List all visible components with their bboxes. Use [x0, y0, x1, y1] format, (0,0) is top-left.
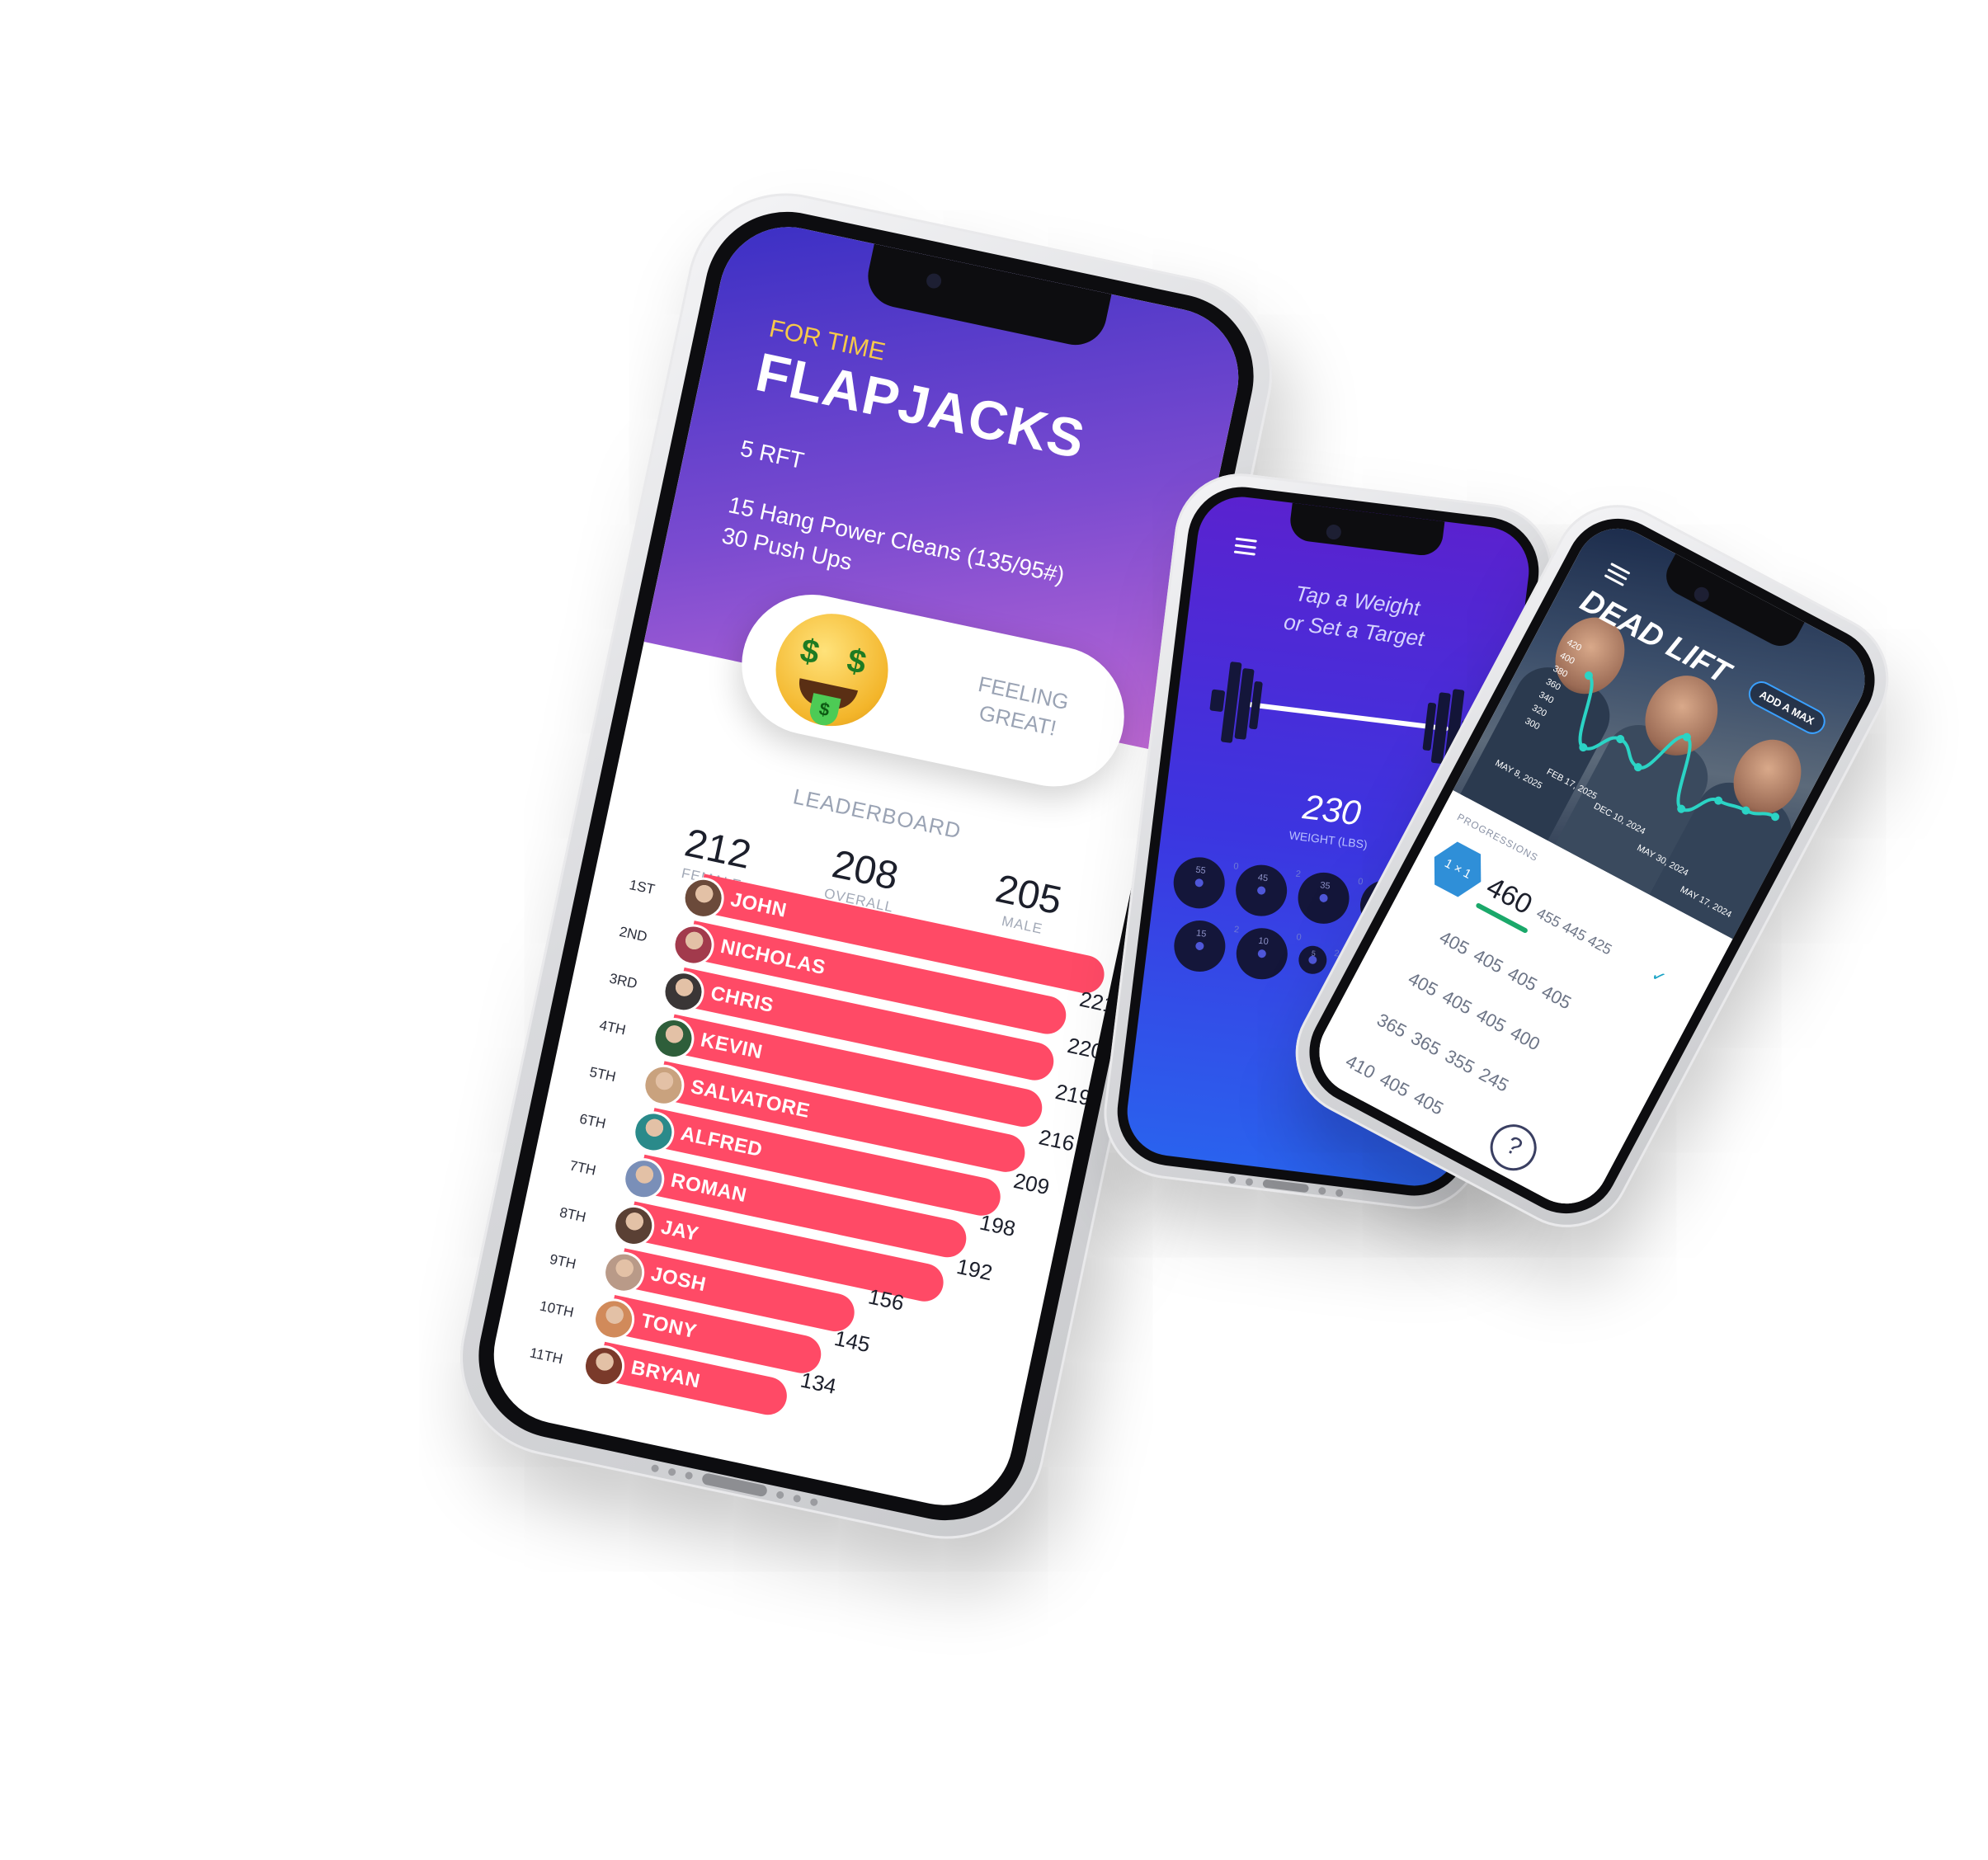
plate-count: 0	[1295, 932, 1303, 943]
rank-label: 2ND	[618, 923, 649, 945]
plate-button[interactable]: 52	[1297, 944, 1340, 976]
plate-hole	[1194, 878, 1204, 888]
plate-button[interactable]: 45 2	[1232, 862, 1302, 920]
rank-label: 11TH	[528, 1344, 564, 1368]
rank-label: 8TH	[558, 1204, 588, 1226]
rank-label: 3RD	[607, 970, 639, 992]
plate-value: 45	[1257, 872, 1269, 884]
data-point[interactable]	[1769, 811, 1781, 822]
rank-label: 4TH	[597, 1017, 628, 1038]
plate-hole	[1257, 949, 1267, 958]
menu-icon[interactable]	[1233, 537, 1257, 556]
plate-button[interactable]: 35 0	[1295, 869, 1364, 927]
data-point[interactable]	[1712, 795, 1724, 807]
camera	[925, 271, 943, 290]
camera	[1691, 584, 1712, 605]
rank-label: 10TH	[538, 1297, 576, 1321]
rank-label: 6TH	[577, 1110, 608, 1132]
feeling-label: FEELING GREAT!	[976, 671, 1072, 741]
plate-value: 15	[1195, 928, 1208, 939]
plate-button[interactable]: 10 0	[1233, 925, 1302, 982]
plate-button[interactable]: 55 0	[1171, 854, 1239, 911]
plate-hole	[1256, 886, 1266, 896]
rank-label: 5TH	[587, 1063, 618, 1085]
plate-hole	[1194, 941, 1204, 951]
plate-button[interactable]: 15 2	[1171, 917, 1240, 975]
data-point[interactable]	[1741, 805, 1752, 817]
money-mouth-face-emoji: $ $ $	[765, 603, 899, 737]
plate-value: 55	[1194, 864, 1207, 877]
rank-label: 7TH	[568, 1157, 598, 1179]
plate-value: 10	[1257, 935, 1270, 948]
plate-hole	[1318, 893, 1329, 903]
rank-label: 9TH	[548, 1250, 578, 1273]
rank-label: 1ST	[628, 877, 657, 898]
plate-value: 35	[1319, 880, 1331, 892]
calculator-heading: Tap a Weight or Set a Target	[1282, 581, 1426, 652]
plate-hole	[1307, 955, 1317, 965]
camera	[1325, 523, 1342, 541]
